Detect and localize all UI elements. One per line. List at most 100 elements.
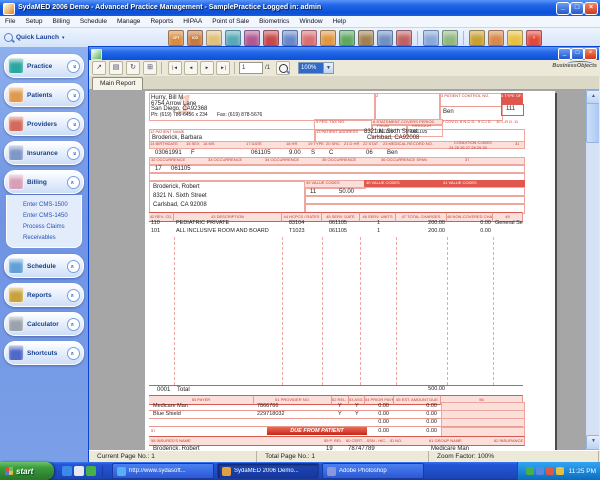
menu-window[interactable]: Window <box>294 18 327 25</box>
internet-explorer-icon[interactable] <box>62 466 72 476</box>
sidebar-item-enter-cms-1500[interactable]: Enter CMS-1500 <box>23 200 81 211</box>
page-total-label: /1 <box>265 65 270 71</box>
scrollbar-thumb[interactable] <box>586 103 599 143</box>
minimize-button[interactable]: _ <box>556 2 570 15</box>
menu-file[interactable]: File <box>0 18 20 25</box>
start-button[interactable]: start <box>0 462 54 480</box>
menu-setup[interactable]: Setup <box>20 18 47 25</box>
scroll-down-icon[interactable]: ▼ <box>586 435 599 450</box>
task-button-http-www-sydasoft[interactable]: http://www.sydasoft... <box>112 463 214 479</box>
chevron-up-icon[interactable]: » <box>67 289 80 302</box>
first-page-button[interactable]: |◄ <box>168 61 182 75</box>
sidebar-item-reports[interactable]: Reports» <box>4 283 84 307</box>
workstation-icon[interactable] <box>377 30 393 46</box>
sidebar-item-shortcuts[interactable]: Shortcuts» <box>4 341 84 365</box>
previous-page-button[interactable]: ◄ <box>184 61 198 75</box>
sidebar-item-insurance[interactable]: Insurance» <box>4 141 84 165</box>
fee-schedule-icon[interactable] <box>206 30 222 46</box>
menu-help[interactable]: Help <box>328 18 351 25</box>
report-close-button[interactable]: × <box>584 48 597 60</box>
report-minimize-button[interactable]: _ <box>558 48 571 60</box>
antivirus-shield-icon[interactable] <box>526 467 534 475</box>
menu-point-of-sale[interactable]: Point of Sale <box>207 18 254 25</box>
sidebar-item-practice[interactable]: Practice» <box>4 54 84 78</box>
find-text-button[interactable] <box>276 61 290 75</box>
quick-launch-button[interactable]: Quick Launch ▾ <box>4 33 154 42</box>
sidebar-item-process-claims[interactable]: Process Claims <box>23 222 81 233</box>
chevron-up-icon[interactable]: » <box>67 260 80 273</box>
menu-hipaa[interactable]: HIPAA <box>178 18 207 25</box>
sidebar-item-providers[interactable]: Providers» <box>4 112 84 136</box>
page-number-input[interactable]: 1 <box>239 62 263 74</box>
sidebar-item-label: Reports <box>27 292 67 299</box>
toolbar-icon-row: CPTICD? <box>168 30 542 46</box>
sidebar-item-billing[interactable]: Billing» <box>4 170 84 194</box>
chevron-up-icon[interactable]: » <box>67 318 80 331</box>
system-monitor-icon[interactable] <box>488 30 504 46</box>
facility-map-icon[interactable] <box>358 30 374 46</box>
payments-icon[interactable] <box>320 30 336 46</box>
next-page-button[interactable]: ► <box>200 61 214 75</box>
sidebar-item-patients[interactable]: Patients» <box>4 83 84 107</box>
icd-codes-icon[interactable]: ICD <box>187 30 203 46</box>
chevron-down-icon[interactable]: » <box>67 89 80 102</box>
zoom-select[interactable]: 100% ▼ <box>298 62 334 74</box>
statements-icon[interactable] <box>301 30 317 46</box>
chevron-down-icon[interactable]: » <box>67 147 80 160</box>
sidebar-item-schedule[interactable]: Schedule» <box>4 254 84 278</box>
sidebar-item-label: Practice <box>27 63 67 70</box>
refresh-report-icon[interactable]: ↻ <box>126 61 140 75</box>
chevron-down-icon[interactable]: » <box>67 60 80 73</box>
vertical-scrollbar[interactable]: ▲ ▼ <box>586 90 599 450</box>
chevron-up-icon[interactable]: » <box>67 176 80 189</box>
volume-icon[interactable] <box>556 467 564 475</box>
total-label: Total <box>177 387 190 393</box>
chevron-up-icon[interactable]: » <box>67 347 80 360</box>
audit-list-icon[interactable] <box>442 30 458 46</box>
menu-biometrics[interactable]: Biometrics <box>254 18 294 25</box>
media-player-icon[interactable] <box>86 466 96 476</box>
task-button-sydamed-2006-demo[interactable]: SydaMED 2006 Demo... <box>217 463 319 479</box>
help-icon[interactable]: ? <box>526 30 542 46</box>
staff-icon[interactable] <box>396 30 412 46</box>
service-line-1-non-covered: 0.00 <box>480 229 491 235</box>
service-line-0-charges: 200.00 <box>428 221 445 227</box>
maximize-button[interactable]: □ <box>570 2 584 15</box>
sidebar-item-enter-cms-1450[interactable]: Enter CMS-1450 <box>23 211 81 222</box>
field-3-label: 3 PATIENT CONTROL NO. <box>441 94 499 98</box>
task-button-adobe-photoshop[interactable]: Adobe Photoshop <box>322 463 424 479</box>
network-icon[interactable] <box>536 467 544 475</box>
chevron-down-icon[interactable]: » <box>67 118 80 131</box>
sex: F <box>191 150 195 156</box>
scheduler-icon[interactable] <box>339 30 355 46</box>
menu-schedule[interactable]: Schedule <box>75 18 112 25</box>
column-divider <box>360 237 361 385</box>
report-maximize-button[interactable]: □ <box>571 48 584 60</box>
toggle-group-tree-icon[interactable]: ⊞ <box>143 61 157 75</box>
export-report-icon[interactable]: ↗ <box>92 61 106 75</box>
sidebar-item-calculator[interactable]: Calculator» <box>4 312 84 336</box>
column-divider <box>493 237 494 385</box>
page-nav-group: |◄◄►►| <box>166 61 230 75</box>
close-button[interactable]: × <box>584 2 598 15</box>
patient-edit-icon[interactable] <box>244 30 260 46</box>
superbill-icon[interactable] <box>263 30 279 46</box>
menu-billing[interactable]: Billing <box>47 18 74 25</box>
security-lock-icon[interactable] <box>507 30 523 46</box>
alert-icon[interactable] <box>546 467 554 475</box>
tab-main-report[interactable]: Main Report <box>92 77 143 90</box>
accounting-icon[interactable] <box>469 30 485 46</box>
menu-reports[interactable]: Reports <box>145 18 178 25</box>
menu-manage[interactable]: Manage <box>112 18 146 25</box>
patient-search-icon[interactable] <box>225 30 241 46</box>
print-report-icon[interactable]: ▤ <box>109 61 123 75</box>
show-desktop-icon[interactable] <box>74 466 84 476</box>
claims-icon[interactable] <box>282 30 298 46</box>
sidebar-item-receivables[interactable]: Receivables <box>23 233 81 244</box>
service-line-0-description: PEDIATRIC PRIVATE <box>176 221 229 227</box>
last-page-button[interactable]: ►| <box>216 61 230 75</box>
field-34-label: 34 OCCURRENCE <box>265 158 299 162</box>
cpt-codes-icon[interactable]: CPT <box>168 30 184 46</box>
task-clock-icon[interactable] <box>423 30 439 46</box>
chevron-down-icon[interactable]: ▼ <box>323 63 333 73</box>
